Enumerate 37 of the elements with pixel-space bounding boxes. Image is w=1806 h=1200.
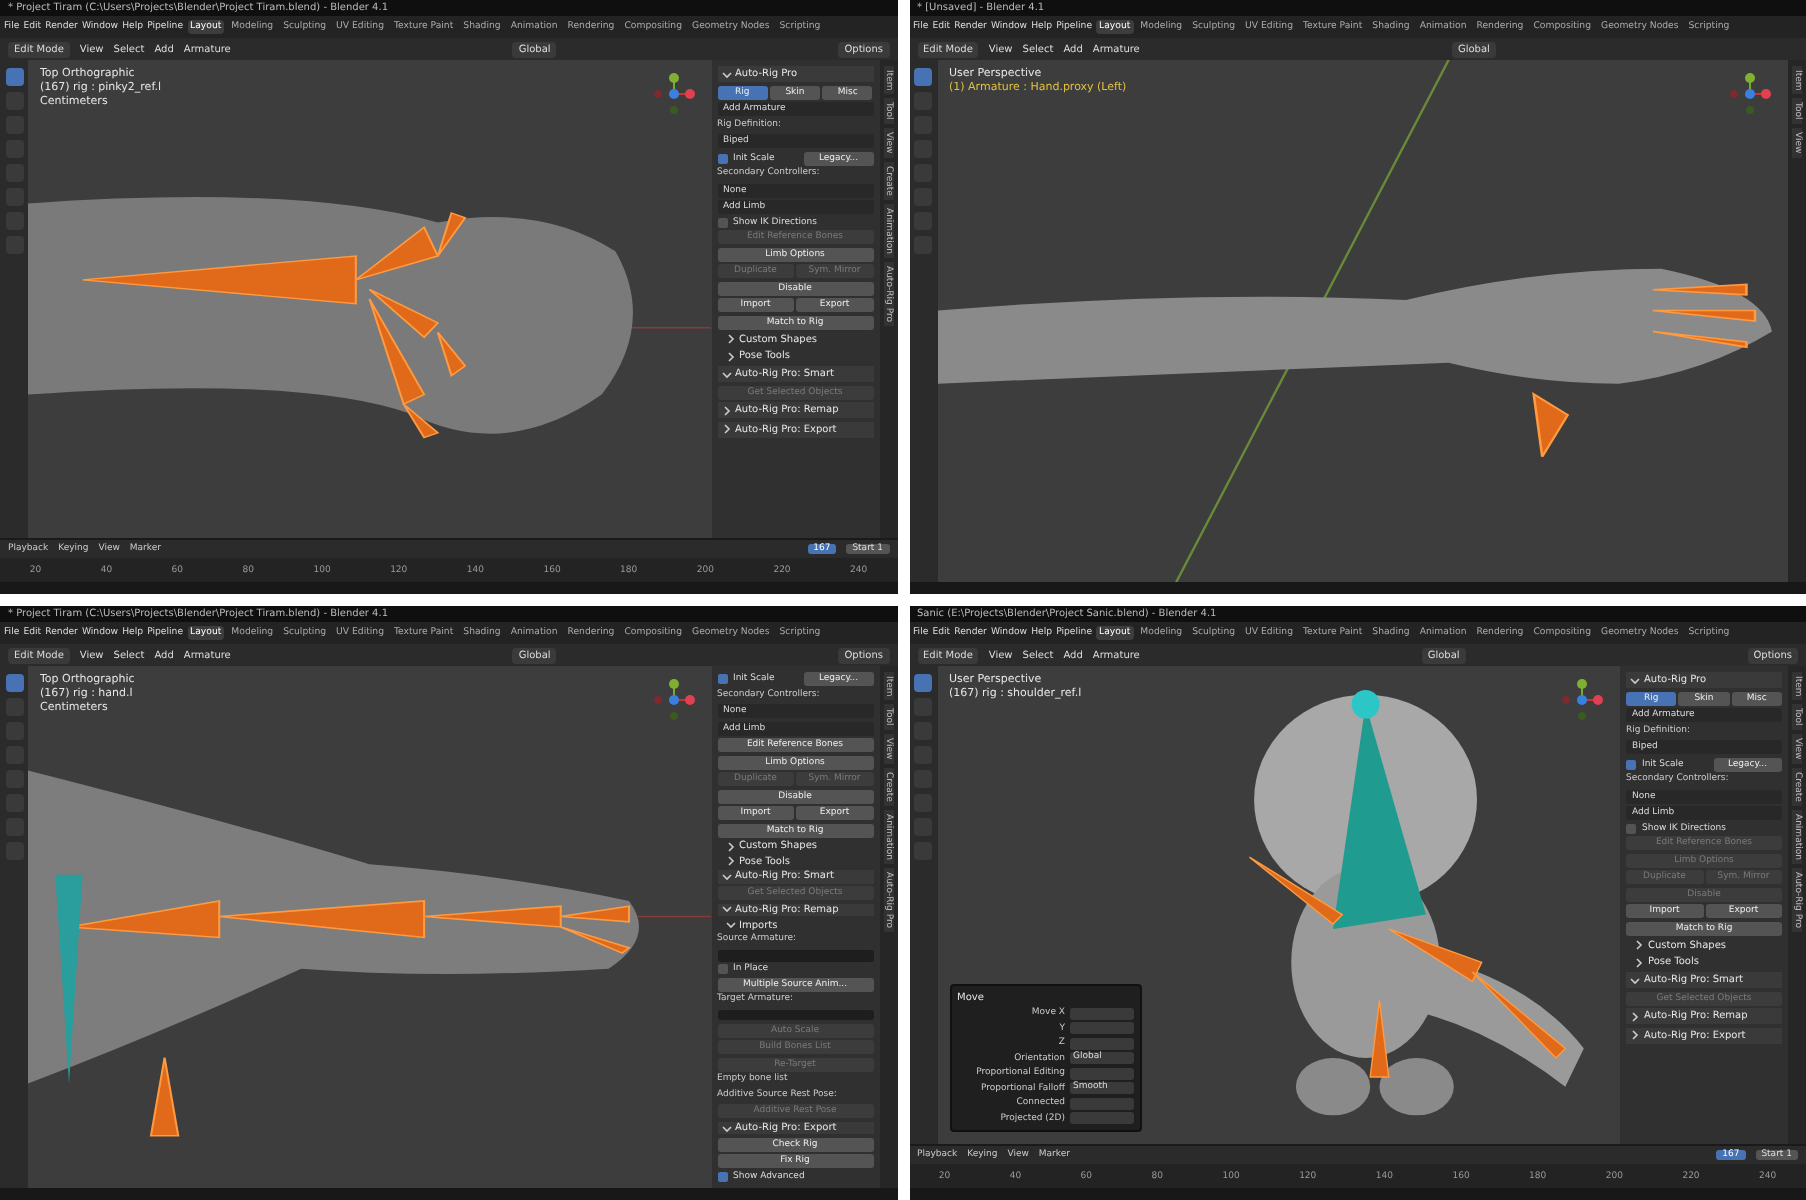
input-field[interactable]	[717, 949, 873, 962]
axis-gizmo-icon[interactable]	[1728, 72, 1772, 116]
checkbox[interactable]	[717, 153, 727, 163]
popup-field[interactable]	[1069, 1007, 1133, 1019]
chevron-right-icon[interactable]	[725, 351, 735, 361]
chevron-down-icon[interactable]	[721, 904, 731, 915]
chevron-down-icon[interactable]	[721, 871, 731, 882]
chevron-down-icon[interactable]	[721, 1123, 731, 1134]
chevron-right-icon[interactable]	[725, 856, 735, 866]
chevron-down-icon[interactable]	[725, 920, 735, 931]
chevron-down-icon[interactable]	[1630, 975, 1640, 985]
checkbox[interactable]	[1626, 759, 1636, 769]
axis-gizmo-icon[interactable]	[651, 72, 695, 116]
chevron-right-icon[interactable]	[725, 334, 735, 344]
chevron-down-icon[interactable]	[721, 69, 731, 79]
input-field[interactable]	[717, 1009, 873, 1021]
chevron-right-icon[interactable]	[721, 424, 731, 434]
checkbox[interactable]	[717, 1171, 727, 1182]
chevron-right-icon[interactable]	[1634, 957, 1644, 967]
chevron-down-icon[interactable]	[1630, 675, 1640, 685]
popup-field[interactable]	[1069, 1067, 1133, 1079]
checkbox[interactable]	[717, 217, 727, 227]
chevron-down-icon[interactable]	[721, 369, 731, 379]
checkbox[interactable]	[717, 964, 727, 975]
axis-gizmo-icon[interactable]	[651, 678, 695, 722]
chevron-right-icon[interactable]	[725, 841, 735, 851]
popup-field[interactable]	[1069, 1037, 1133, 1049]
checkbox[interactable]	[717, 674, 727, 684]
chevron-right-icon[interactable]	[721, 405, 731, 415]
popup-field[interactable]	[1069, 1022, 1133, 1034]
checkbox[interactable]	[1626, 823, 1636, 833]
axis-gizmo-icon[interactable]	[1560, 678, 1604, 722]
chevron-right-icon[interactable]	[1630, 1030, 1640, 1040]
popup-field[interactable]	[1069, 1112, 1133, 1124]
chevron-right-icon[interactable]	[1630, 1011, 1640, 1021]
chevron-right-icon[interactable]	[1634, 940, 1644, 950]
popup-field[interactable]	[1069, 1097, 1133, 1109]
